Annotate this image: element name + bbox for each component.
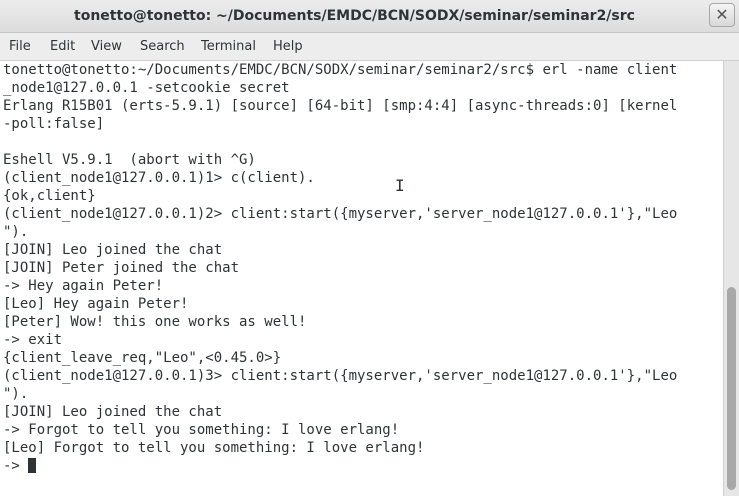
terminal-line: {ok,client} [3,188,96,204]
terminal-line: -> exit [3,332,63,348]
menu-view[interactable]: View [91,39,122,54]
terminal-line: Erlang R15B01 (erts-5.9.1) [source] [64-… [3,98,678,114]
terminal-line: {client_leave_req,"Leo",<0.45.0>} [3,350,282,366]
text-cursor [28,458,37,473]
terminal-line: [JOIN] Leo joined the chat [3,242,223,258]
close-button[interactable]: ✕ [709,3,735,27]
scrollbar-thumb[interactable] [727,287,736,490]
terminal-line: -> Forgot to tell you something: I love … [3,422,400,438]
terminal-line: (client_node1@127.0.0.1)1> c(client). [3,170,315,186]
terminal-output[interactable]: tonetto@tonetto:~/Documents/EMDC/BCN/SOD… [0,61,723,496]
close-icon: ✕ [715,5,729,24]
terminal-window: tonetto@tonetto: ~/Documents/EMDC/BCN/SO… [0,0,739,496]
terminal-line: [Leo] Hey again Peter! [3,296,189,312]
menu-edit[interactable]: Edit [50,39,75,54]
title-bar[interactable]: tonetto@tonetto: ~/Documents/EMDC/BCN/SO… [0,0,739,33]
mouse-ibeam-icon: I [395,176,405,195]
menu-terminal[interactable]: Terminal [201,39,256,54]
terminal-line: [JOIN] Leo joined the chat [3,404,223,420]
terminal-line: "). [3,386,29,402]
terminal-line: -poll:false] [3,116,105,132]
terminal-line: "). [3,224,29,240]
terminal-line: Eshell V5.9.1 (abort with ^G) [3,152,256,168]
terminal-prompt-line[interactable]: -> [3,457,37,475]
terminal-line: (client_node1@127.0.0.1)3> client:start(… [3,368,678,384]
menu-file[interactable]: File [9,39,31,54]
window-title: tonetto@tonetto: ~/Documents/EMDC/BCN/SO… [74,8,635,24]
menu-search[interactable]: Search [140,39,185,54]
terminal-line: tonetto@tonetto:~/Documents/EMDC/BCN/SOD… [3,62,678,78]
terminal-line: [Peter] Wow! this one works as well! [3,314,307,330]
terminal-line: _node1@127.0.0.1 -setcookie secret [3,80,290,96]
terminal-line: [JOIN] Peter joined the chat [3,260,240,276]
terminal-line: [Leo] Forgot to tell you something: I lo… [3,440,425,456]
terminal-line: (client_node1@127.0.0.1)2> client:start(… [3,206,678,222]
menu-bar: File Edit View Search Terminal Help [0,33,739,61]
vertical-scrollbar[interactable] [723,61,739,496]
terminal-line: -> Hey again Peter! [3,278,164,294]
terminal-prompt: -> [3,458,29,474]
menu-help[interactable]: Help [273,39,303,54]
